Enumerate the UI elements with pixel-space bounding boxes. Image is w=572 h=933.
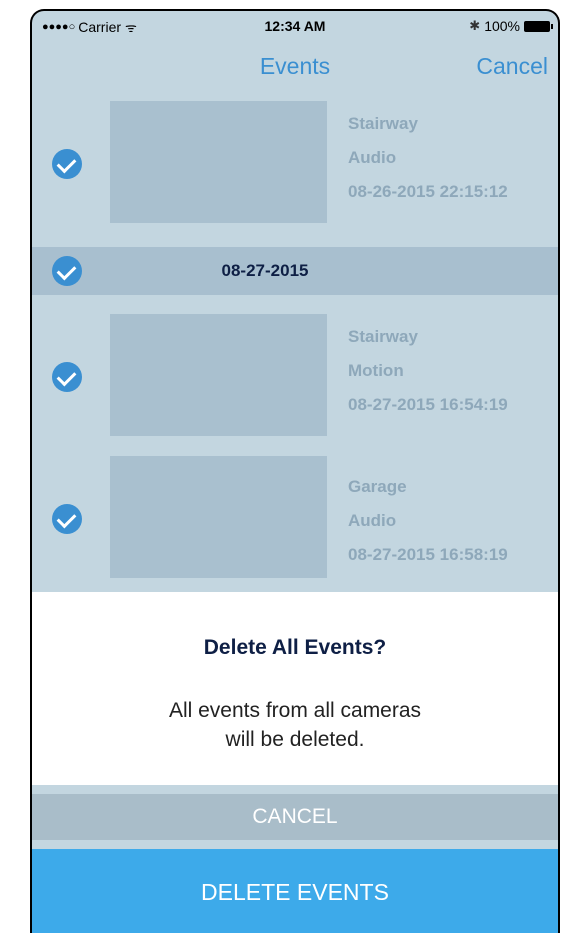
- event-camera: Stairway: [348, 327, 418, 346]
- dialog-message-line: All events from all cameras: [168, 699, 422, 722]
- checkmark-icon[interactable]: [52, 149, 82, 179]
- event-row[interactable]: Stairway Motion 08-27-2015 16:54:19: [32, 314, 558, 440]
- dialog-title: Delete All Events?: [203, 636, 387, 659]
- dialog-message-line: will be deleted.: [225, 728, 365, 751]
- bluetooth-icon: ✱: [469, 18, 481, 33]
- battery-percent: 100%: [484, 18, 520, 34]
- cancel-button[interactable]: CANCEL: [32, 794, 558, 840]
- dialog-message: All events from all cameras will be dele…: [32, 696, 558, 754]
- event-camera: Stairway: [348, 114, 418, 133]
- event-type: Motion: [348, 361, 404, 380]
- event-thumbnail[interactable]: [110, 314, 327, 436]
- checkmark-icon[interactable]: [52, 362, 82, 392]
- event-timestamp: 08-26-2015 22:15:12: [348, 182, 508, 201]
- delete-confirmation-dialog: Delete All Events? All events from all c…: [32, 592, 558, 785]
- status-right: ✱ 100%: [469, 18, 553, 34]
- event-row[interactable]: Garage Audio 08-27-2015 16:58:19: [32, 456, 558, 582]
- event-row[interactable]: Stairway Audio 08-26-2015 22:15:12: [32, 101, 558, 227]
- event-thumbnail[interactable]: [110, 101, 327, 223]
- checkmark-icon[interactable]: [52, 504, 82, 534]
- event-details: Stairway Audio 08-26-2015 22:15:12: [348, 107, 508, 209]
- event-details: Garage Audio 08-27-2015 16:58:19: [348, 470, 508, 572]
- event-camera: Garage: [348, 477, 407, 496]
- event-details: Stairway Motion 08-27-2015 16:54:19: [348, 320, 508, 422]
- status-bar: ●●●●○ Carrier ᯤ 12:34 AM ✱ 100%: [32, 11, 558, 41]
- date-group-header[interactable]: 08-27-2015: [32, 247, 558, 295]
- navigation-bar: Events Cancel: [32, 43, 558, 83]
- event-thumbnail[interactable]: [110, 456, 327, 578]
- event-timestamp: 08-27-2015 16:54:19: [348, 395, 508, 414]
- phone-frame: ●●●●○ Carrier ᯤ 12:34 AM ✱ 100% Events C…: [30, 9, 560, 933]
- event-type: Audio: [348, 511, 397, 530]
- battery-icon: [524, 20, 553, 32]
- delete-events-button[interactable]: DELETE EVENTS: [32, 849, 558, 933]
- event-timestamp: 08-27-2015 16:58:19: [348, 545, 508, 564]
- nav-cancel-button[interactable]: Cancel: [476, 53, 548, 80]
- event-type: Audio: [348, 148, 397, 167]
- date-group-label: 08-27-2015: [221, 261, 309, 280]
